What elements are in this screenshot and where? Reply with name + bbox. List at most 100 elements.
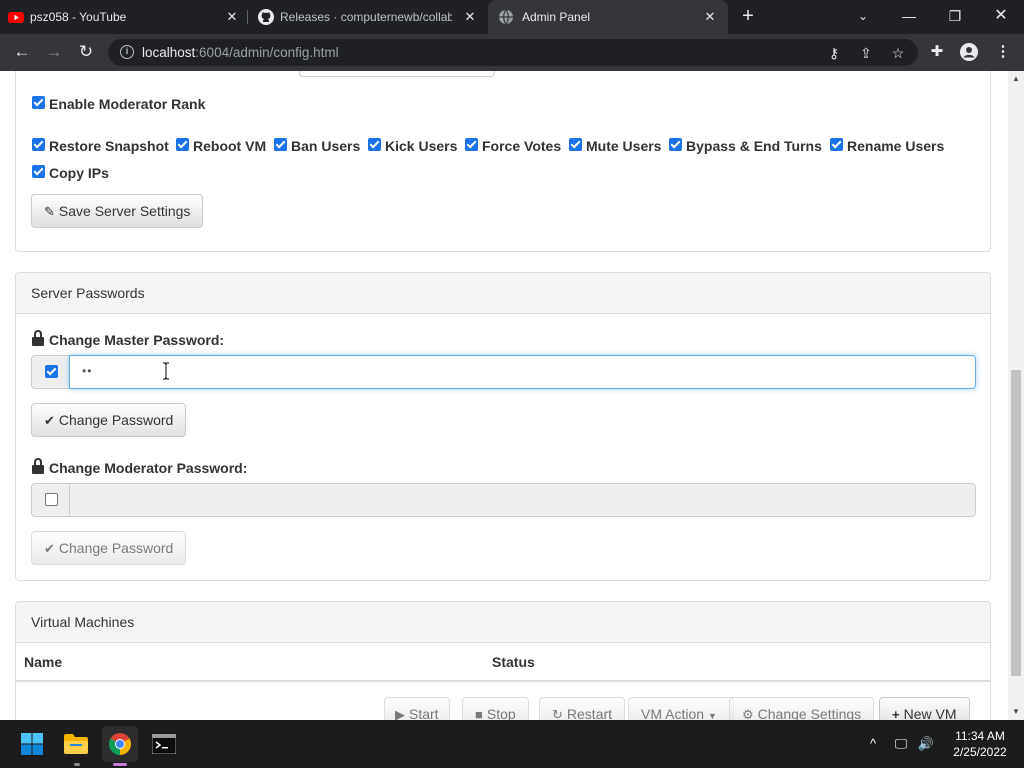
- scroll-down-arrow-icon[interactable]: ▼: [1012, 708, 1020, 716]
- close-tab-icon[interactable]: ✕: [702, 9, 718, 25]
- new-vm-button[interactable]: + New VM: [879, 697, 970, 720]
- bookmark-star-icon[interactable]: ☆: [888, 43, 908, 63]
- stop-vm-button[interactable]: ■ Stop: [462, 697, 529, 720]
- perm-label: Kick Users: [385, 138, 458, 154]
- scroll-up-arrow-icon[interactable]: ▲: [1012, 75, 1020, 83]
- clock-date: 2/25/2022: [953, 745, 1007, 759]
- gear-icon: ⚙: [742, 707, 754, 720]
- text-cursor-icon: [163, 362, 169, 380]
- perm-force-votes-checkbox[interactable]: [465, 138, 478, 151]
- tab-title: psz058 - YouTube: [30, 10, 127, 24]
- tab-search-icon[interactable]: ⌄: [840, 0, 886, 34]
- perm-label: Bypass & End Turns: [686, 138, 822, 154]
- clock-time: 11:34 AM: [955, 729, 1005, 743]
- restart-vm-button[interactable]: ↻ Restart: [539, 697, 626, 720]
- perm-label: Mute Users: [586, 138, 662, 154]
- perm-kick-users-checkbox[interactable]: [368, 138, 381, 151]
- vm-action-label: VM Action: [641, 706, 705, 720]
- plus-icon: +: [892, 707, 900, 720]
- file-explorer-icon: [64, 734, 88, 754]
- chevron-up-icon[interactable]: ^: [863, 734, 883, 754]
- perm-restore-snapshot-checkbox[interactable]: [32, 138, 45, 151]
- share-icon[interactable]: ⇪: [856, 43, 876, 63]
- perm-copy-ips-checkbox[interactable]: [32, 165, 45, 178]
- back-arrow-icon[interactable]: ←: [10, 41, 34, 63]
- perm-label: Rename Users: [847, 138, 945, 154]
- perm-ban-users-checkbox[interactable]: [274, 138, 287, 151]
- windows-start-icon: [21, 733, 43, 755]
- minimize-button[interactable]: —: [886, 0, 932, 34]
- vm-action-dropdown[interactable]: VM Action ▼: [628, 697, 734, 720]
- terminal-taskbar-button[interactable]: [146, 726, 182, 762]
- tab-admin-panel[interactable]: Admin Panel ✕: [488, 0, 728, 34]
- save-server-settings-button[interactable]: ✎ Save Server Settings: [31, 194, 204, 228]
- save-server-settings-label: Save Server Settings: [58, 203, 191, 219]
- perm-bypass-end-turns-checkbox[interactable]: [669, 138, 682, 151]
- tab-github-releases[interactable]: Releases · computernewb/collab- ✕: [250, 0, 486, 34]
- chrome-icon: [109, 733, 131, 755]
- key-icon[interactable]: ⚷: [824, 43, 844, 63]
- network-icon[interactable]: 🖵: [891, 734, 911, 754]
- url-text: localhost:6004/admin/config.html: [142, 45, 339, 60]
- moderator-password-input[interactable]: [69, 483, 976, 517]
- server-passwords-panel: Server Passwords Change Master Password:…: [15, 272, 991, 581]
- reload-icon[interactable]: ↻: [74, 41, 98, 63]
- menu-kebab-icon[interactable]: ⋮: [992, 41, 1014, 63]
- perm-label: Copy IPs: [49, 165, 109, 181]
- checkmark-icon: ✔: [44, 413, 55, 428]
- master-password-enable-checkbox[interactable]: [45, 365, 58, 378]
- master-password-input[interactable]: ••: [69, 355, 976, 389]
- new-tab-button[interactable]: +: [738, 6, 758, 27]
- globe-icon: [499, 9, 513, 25]
- start-vm-button[interactable]: ▶ Start: [384, 697, 450, 720]
- extensions-puzzle-icon[interactable]: ✚: [926, 41, 948, 63]
- start-label: Start: [409, 706, 439, 720]
- master-password-toggle: [31, 355, 70, 389]
- file-explorer-button[interactable]: [58, 726, 94, 762]
- perm-label: Reboot VM: [193, 138, 267, 154]
- profile-avatar-icon[interactable]: [960, 43, 978, 61]
- virtual-machines-heading: Virtual Machines: [16, 602, 990, 643]
- lock-icon: [32, 458, 44, 475]
- close-tab-icon[interactable]: ✕: [224, 9, 240, 25]
- app-running-indicator: [74, 763, 80, 766]
- scrollbar-thumb[interactable]: [1011, 370, 1021, 676]
- close-window-button[interactable]: ✕: [978, 0, 1024, 34]
- enable-moderator-checkbox[interactable]: [32, 96, 45, 109]
- windows-start-button[interactable]: [14, 726, 50, 762]
- cut-off-select-field[interactable]: [299, 71, 495, 77]
- youtube-icon: [8, 12, 24, 23]
- perm-reboot-vm-checkbox[interactable]: [176, 138, 189, 151]
- change-moderator-password-button[interactable]: ✔ Change Password: [31, 531, 187, 565]
- moderator-password-enable-checkbox[interactable]: [45, 493, 58, 506]
- page-viewport: Enable Moderator Rank Restore Snapshot R…: [0, 71, 1008, 720]
- address-bar[interactable]: i localhost:6004/admin/config.html ⚷ ⇪ ☆: [108, 39, 918, 66]
- close-tab-icon[interactable]: ✕: [462, 9, 478, 25]
- forward-arrow-icon[interactable]: →: [42, 41, 66, 63]
- change-password-label: Change Password: [58, 412, 174, 428]
- lock-icon: [32, 330, 44, 347]
- column-header-status: Status: [492, 654, 535, 670]
- tab-youtube[interactable]: psz058 - YouTube ✕: [0, 0, 246, 34]
- site-info-icon[interactable]: i: [120, 45, 134, 59]
- restore-button[interactable]: ❐: [932, 0, 978, 34]
- restart-icon: ↻: [552, 707, 563, 720]
- tab-separator: [247, 10, 248, 24]
- url-host: localhost: [142, 45, 196, 60]
- change-vm-settings-button[interactable]: ⚙ Change Settings: [729, 697, 875, 720]
- save-edit-icon: ✎: [44, 204, 55, 219]
- app-active-indicator: [113, 763, 127, 766]
- virtual-machines-panel: Virtual Machines Name Status ▶ Start ■ Sto…: [15, 601, 991, 720]
- perm-rename-users-checkbox[interactable]: [830, 138, 843, 151]
- new-vm-label: New VM: [903, 706, 957, 720]
- chrome-taskbar-button[interactable]: [102, 726, 138, 762]
- page-scrollbar[interactable]: ▲ ▼: [1008, 71, 1024, 720]
- volume-icon[interactable]: 🔊: [916, 734, 936, 754]
- change-master-password-button[interactable]: ✔ Change Password: [31, 403, 187, 437]
- perm-mute-users-checkbox[interactable]: [569, 138, 582, 151]
- server-settings-panel: Enable Moderator Rank Restore Snapshot R…: [15, 71, 991, 252]
- stop-label: Stop: [486, 706, 516, 720]
- url-path: :6004/admin/config.html: [195, 45, 339, 60]
- server-passwords-heading: Server Passwords: [16, 273, 990, 314]
- system-clock[interactable]: 11:34 AM 2/25/2022: [944, 728, 1016, 760]
